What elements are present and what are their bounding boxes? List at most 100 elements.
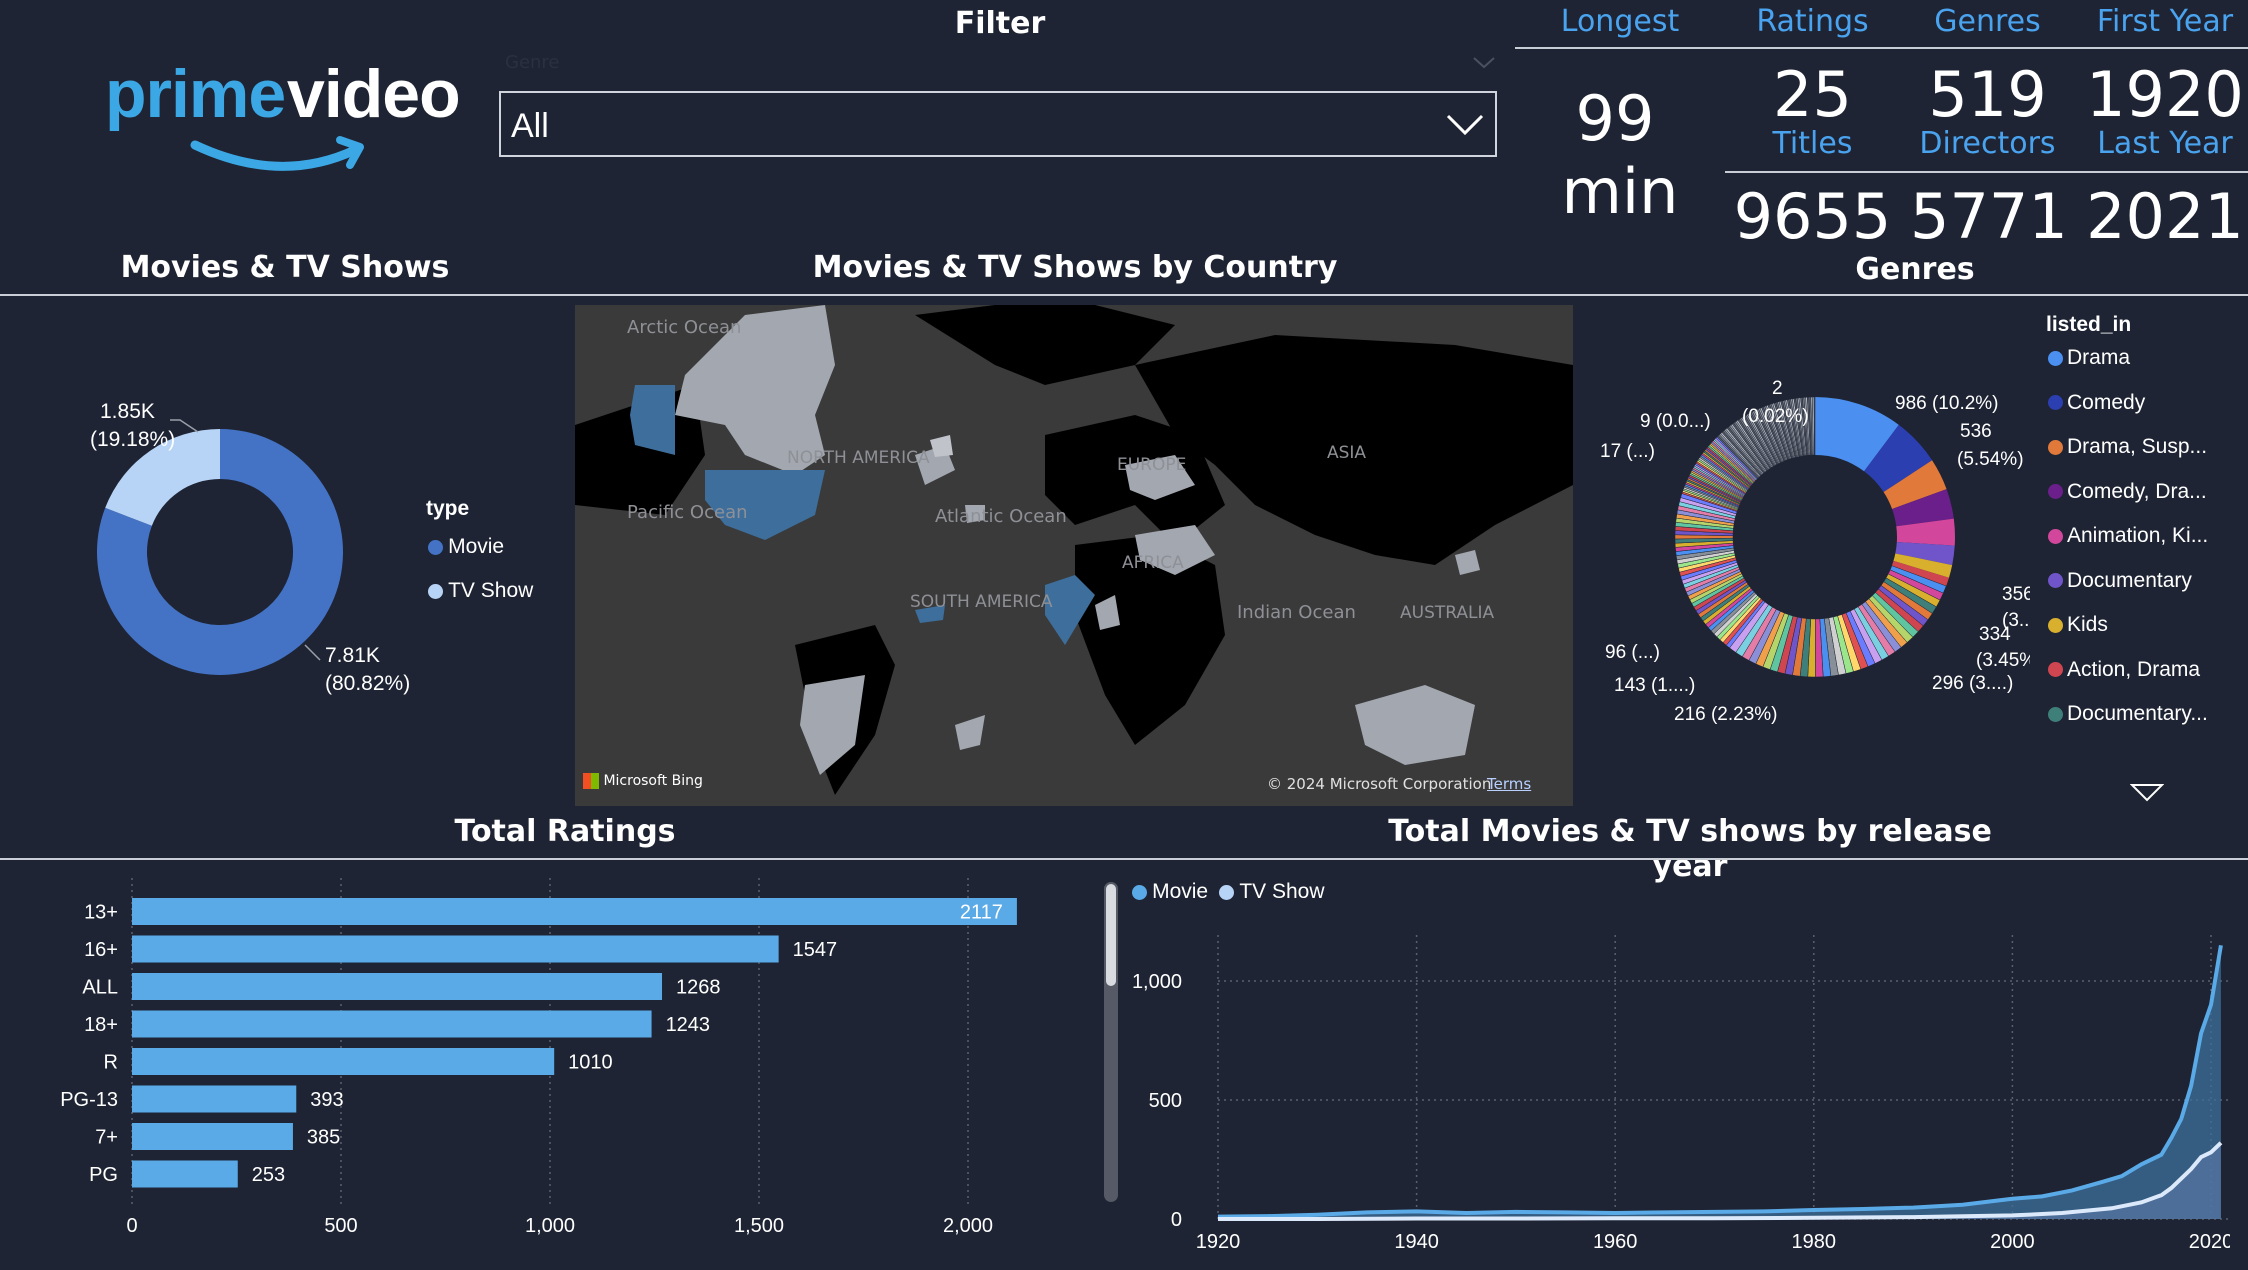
kpi-genres-sub: Directors (1919, 126, 2056, 161)
genres-legend-item[interactable]: Action, Drama (2048, 658, 2248, 703)
genres-legend-item[interactable]: Comedy, Dra... (2048, 480, 2248, 525)
bar[interactable] (132, 1160, 238, 1188)
amazon-smile-icon (190, 136, 364, 171)
map-copyright: © 2024 Microsoft Corporation (1267, 775, 1492, 793)
donut-data-label: (80.82%) (325, 672, 410, 695)
genres-legend-label: Drama, Susp... (2067, 435, 2208, 458)
line-movie[interactable] (1217, 944, 2223, 1219)
legend-label-tv[interactable]: TV Show (1239, 880, 1324, 903)
bar[interactable] (132, 935, 779, 963)
y-tick-label: 18+ (84, 1014, 118, 1036)
bar-data-label: 1243 (666, 1014, 711, 1036)
genres-legend-item[interactable]: Animation, Ki... (2048, 524, 2248, 569)
genre-data-label: 9 (0.0...) (1640, 411, 1711, 432)
divider-row1-right (1580, 294, 2248, 296)
map-label-africa: AFRICA (1122, 553, 1184, 573)
kpi-ratings-header: Ratings (1756, 4, 1869, 39)
genre-slice[interactable] (1813, 396, 1816, 456)
area-movie (1218, 945, 2221, 1219)
world-map[interactable]: Arctic Ocean NORTH AMERICA EUROPE ASIA P… (575, 305, 1573, 806)
y-tick-label: 16+ (84, 939, 118, 961)
kpi-first-year-header: First Year (2096, 4, 2234, 39)
genres-legend-label: Action, Drama (2067, 657, 2201, 681)
logo-prime-text: prime (105, 56, 286, 132)
bar[interactable] (132, 1085, 297, 1113)
genres-legend-item[interactable]: Documentary... (2048, 702, 2248, 747)
scrollbar[interactable] (1104, 882, 1118, 1202)
y-tick-label: 1,000 (1132, 971, 1182, 993)
genre-data-label: 143 (1....) (1614, 675, 1695, 696)
bar[interactable] (132, 1010, 652, 1038)
legend-dot-icon (2048, 617, 2063, 633)
prime-video-logo: prime video (105, 55, 465, 185)
x-tick-label: 1960 (1593, 1231, 1638, 1253)
section-title-ratings: Total Ratings (454, 814, 676, 849)
kpi-genres-value: 519 (1928, 58, 2047, 131)
bar[interactable] (132, 1048, 555, 1075)
genres-legend-label: Kids (2067, 613, 2108, 636)
y-tick-label: 0 (1171, 1209, 1182, 1231)
genres-legend-label: Animation, Ki... (2067, 524, 2209, 547)
legend-dot-icon (428, 583, 443, 599)
donut-data-label: (19.18%) (90, 428, 175, 451)
genres-legend-label: Comedy (2067, 390, 2146, 414)
chevron-down-icon (1446, 114, 1484, 136)
genre-data-label: 356 (2002, 584, 2030, 605)
genre-data-label: 536 (1960, 421, 1992, 442)
bar-data-label: 1268 (676, 977, 721, 999)
y-tick-label: PG-13 (60, 1089, 118, 1111)
filter-dropdown[interactable]: All (499, 91, 1497, 157)
genre-data-label: (3.45%) (1976, 650, 2030, 671)
x-tick-label: 1920 (1196, 1231, 1241, 1253)
bing-logo: Microsoft Bing (583, 773, 703, 789)
map-label-australia: AUSTRALIA (1400, 603, 1495, 623)
section-title-type: Movies & TV Shows (120, 250, 450, 285)
map-terms-link[interactable]: Terms (1487, 775, 1531, 793)
section-title-genres: Genres (1855, 252, 1975, 287)
bar[interactable] (132, 898, 1017, 925)
legend-label-movie[interactable]: Movie (1152, 880, 1208, 903)
genre-data-label: (0.02%) (1742, 406, 1809, 427)
filter-label: Genre (505, 52, 560, 73)
genres-legend-item[interactable]: Documentary (2048, 569, 2248, 614)
type-legend-title: type (426, 497, 470, 520)
x-tick-label: 1980 (1792, 1231, 1837, 1253)
x-tick-label: 1940 (1394, 1231, 1439, 1253)
bar-data-label: 393 (310, 1089, 343, 1111)
map-label-north-america: NORTH AMERICA (787, 448, 930, 468)
genres-legend-item[interactable]: Drama (2048, 346, 2248, 391)
section-title-release: Total Movies & TV shows by release year (1388, 814, 1992, 884)
kpi-longest-value: 99 (1575, 82, 1655, 155)
kpi-longest-header: Longest (1560, 4, 1680, 39)
kpi-genres-header: Genres (1934, 4, 2041, 39)
type-donut-chart: 7.81K (80.82%) 1.85K (19.18%) (90, 400, 410, 695)
genres-legend-item[interactable]: Kids (2048, 613, 2248, 658)
genre-data-label: 986 (10.2%) (1895, 393, 1999, 414)
release-legend: Movie TV Show (1132, 880, 1325, 904)
scrollbar-thumb[interactable] (1104, 882, 1118, 988)
legend-dot-icon (2048, 662, 2063, 677)
bar[interactable] (132, 973, 663, 1000)
map-label-arctic: Arctic Ocean (627, 317, 742, 338)
genre-data-label: 334 (1979, 624, 2011, 645)
legend-scroll-down-icon[interactable] (2130, 783, 2164, 803)
type-legend-item-movie[interactable]: Movie (428, 535, 504, 559)
legend-dot-icon (2048, 439, 2063, 455)
legend-dot-icon (2048, 528, 2063, 544)
type-legend-item-tv[interactable]: TV Show (428, 579, 533, 603)
filter-title: Filter (954, 6, 1046, 41)
donut-data-label: 7.81K (325, 644, 380, 667)
y-tick-label: 7+ (95, 1127, 118, 1149)
bar[interactable] (132, 1123, 293, 1150)
map-label-indian: Indian Ocean (1237, 602, 1356, 623)
genres-legend-label: Comedy, Dra... (2067, 479, 2207, 503)
genre-data-label: 17 (...) (1600, 441, 1655, 462)
genres-legend-item[interactable]: Drama, Susp... (2048, 435, 2248, 480)
genres-legend-label: Documentary (2067, 568, 2192, 592)
map-label-south-america: SOUTH AMERICA (910, 592, 1053, 612)
kpi-ratings-sub: Titles (1772, 126, 1853, 161)
kpi-first-year-value: 1920 (2086, 58, 2244, 131)
bar-data-label: 253 (252, 1164, 285, 1186)
genres-legend-item[interactable]: Comedy (2048, 391, 2248, 436)
legend-dot-icon (2048, 395, 2063, 410)
